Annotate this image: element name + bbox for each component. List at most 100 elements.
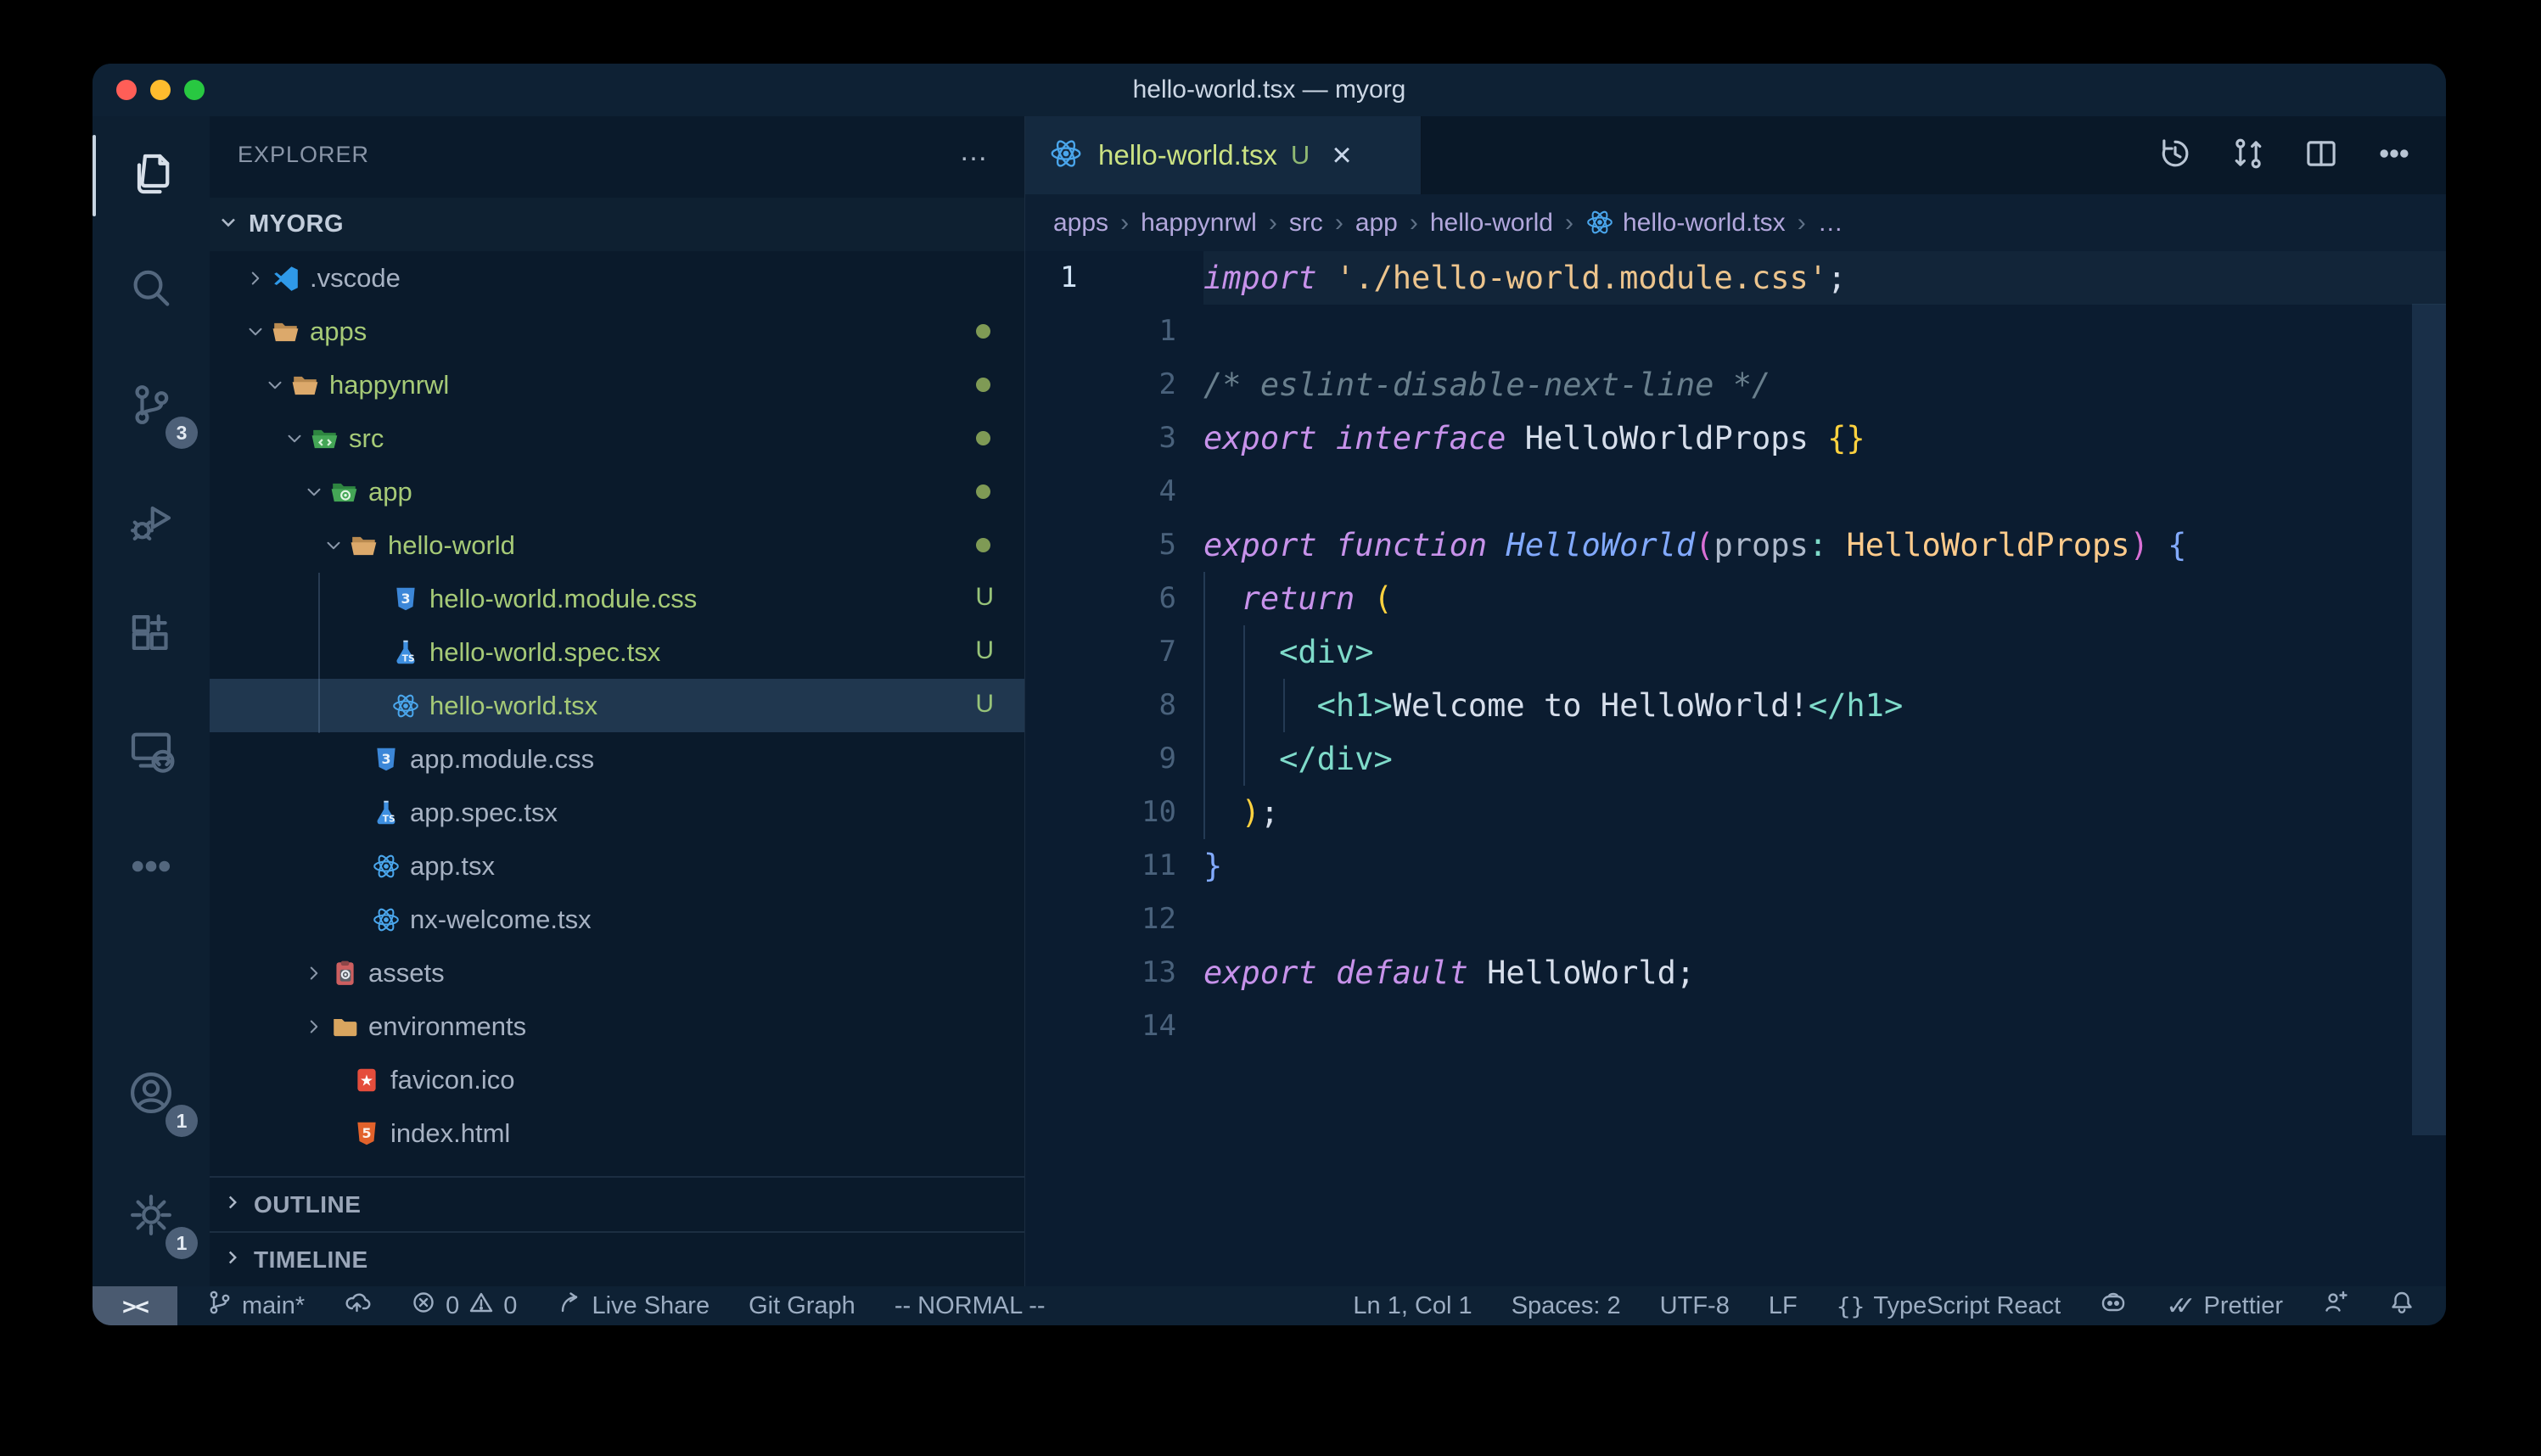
code-line[interactable]: 1import './hello-world.module.css'; [1025, 251, 2446, 305]
screen: hello-world.tsx — myorg 3 1 1 EXPLORER … M… [0, 0, 2541, 1456]
tree-row-nx-welcome-tsx[interactable]: nx-welcome.tsx [210, 893, 1024, 946]
code-editor[interactable]: 1import './hello-world.module.css';12/* … [1025, 251, 2446, 1286]
branch-icon [206, 1289, 233, 1323]
activity-item-search[interactable] [93, 240, 210, 342]
remote-indicator[interactable]: >< [93, 1286, 177, 1325]
activity-item-settings[interactable]: 1 [93, 1166, 210, 1268]
breadcrumb-separator: › [1410, 209, 1418, 238]
code-line[interactable]: 4 [1025, 465, 2446, 518]
status-item-prettier[interactable]: ✓✓Prettier [2166, 1291, 2283, 1321]
tree-item-label: app.spec.tsx [410, 798, 558, 828]
status-item-typescript-react[interactable]: {}TypeScript React [1837, 1292, 2061, 1320]
tree-row-app[interactable]: app [210, 465, 1024, 518]
tree-row-hello-world-spec-tsx[interactable]: TShello-world.spec.tsxU [210, 625, 1024, 679]
tree-row-hello-world-tsx[interactable]: hello-world.tsxU [210, 679, 1024, 732]
code-line[interactable]: 12 [1025, 893, 2446, 946]
liveshare-icon [556, 1289, 583, 1323]
code-line[interactable]: 13export default HelloWorld; [1025, 946, 2446, 1000]
code-line[interactable]: 5export function HelloWorld(props: Hello… [1025, 518, 2446, 572]
status-item-utf-8[interactable]: UTF-8 [1660, 1292, 1730, 1320]
more-h-icon[interactable] [2376, 136, 2412, 176]
code-text: return ( [1203, 572, 1393, 625]
activity-item-more[interactable] [93, 817, 210, 919]
tree-row-hello-world[interactable]: hello-world [210, 518, 1024, 572]
tab-bar: hello-world.tsx U × [1025, 116, 2446, 194]
status-item-spaces-2[interactable]: Spaces: 2 [1512, 1292, 1621, 1320]
status-item-git-graph[interactable]: Git Graph [749, 1292, 855, 1320]
status-item-live-share[interactable]: Live Share [556, 1289, 710, 1323]
code-line[interactable]: 10 ); [1025, 786, 2446, 839]
code-line[interactable]: 11} [1025, 839, 2446, 893]
tree-row-favicon-ico[interactable]: ★favicon.ico [210, 1053, 1024, 1106]
compare-icon[interactable] [2230, 136, 2266, 176]
editor-scrollbar[interactable] [2412, 304, 2446, 1135]
git-untracked-badge: U [975, 583, 994, 612]
timeline-section[interactable]: TIMELINE [210, 1231, 1024, 1286]
status-item-bell[interactable] [2388, 1289, 2415, 1323]
tree-item-label: environments [368, 1011, 526, 1042]
activity-item-explorer[interactable] [93, 125, 210, 227]
breadcrumb-item[interactable]: hello-world [1430, 209, 1553, 238]
code-line[interactable]: 1 [1025, 305, 2446, 358]
activity-item-accounts[interactable]: 1 [93, 1044, 210, 1145]
tree-row-apps[interactable]: apps [210, 305, 1024, 358]
breadcrumb-item[interactable]: happynrwl [1141, 209, 1257, 238]
activity-item-extensions[interactable] [93, 586, 210, 688]
tree-row-hello-world-module-css[interactable]: 3hello-world.module.cssU [210, 572, 1024, 625]
status-item-0[interactable]: 00 [410, 1289, 517, 1323]
svg-text:★: ★ [360, 1072, 373, 1089]
chevron-down-icon [240, 321, 271, 343]
line-number: 9 [1025, 732, 1176, 786]
tree-row-app-spec-tsx[interactable]: TS app.spec.tsx [210, 786, 1024, 839]
activity-item-source-control[interactable]: 3 [93, 356, 210, 457]
activity-item-run-debug[interactable] [93, 471, 210, 573]
status-item-main-[interactable]: main* [206, 1289, 305, 1323]
tree-row-happynrwl[interactable]: happynrwl [210, 358, 1024, 412]
tree-row-assets[interactable]: assets [210, 946, 1024, 1000]
tree-row-src[interactable]: src [210, 412, 1024, 465]
status-line-col[interactable]: Ln 1, Col 1 [1353, 1292, 1472, 1320]
status-item-copilot[interactable] [2100, 1289, 2127, 1323]
code-line[interactable]: 8 <h1>Welcome to HelloWorld!</h1> [1025, 679, 2446, 732]
test-icon: TS [371, 798, 401, 827]
outline-section[interactable]: OUTLINE [210, 1176, 1024, 1231]
tree-row-environments[interactable]: environments [210, 1000, 1024, 1053]
code-line[interactable]: 7 <div> [1025, 625, 2446, 679]
tree-row-app-module-css[interactable]: 3app.module.css [210, 732, 1024, 786]
tree-row--vscode[interactable]: .vscode [210, 251, 1024, 305]
tree-row-index-html[interactable]: 5index.html [210, 1106, 1024, 1160]
breadcrumb-item[interactable]: src [1289, 209, 1323, 238]
code-line[interactable]: 9 </div> [1025, 732, 2446, 786]
bell-icon [2388, 1289, 2415, 1323]
editor-group: hello-world.tsx U × apps›happynrwl›src›a… [1025, 116, 2446, 1286]
line-number: 7 [1025, 625, 1176, 679]
react-icon [390, 692, 421, 720]
activity-item-remote-explorer[interactable] [93, 702, 210, 804]
code-line[interactable]: 14 [1025, 1000, 2446, 1053]
tree-row-app-tsx[interactable]: app.tsx [210, 839, 1024, 893]
breadcrumb-item[interactable]: … [1818, 209, 1843, 238]
status-item-lf[interactable]: LF [1769, 1292, 1798, 1320]
window-title: hello-world.tsx — myorg [93, 64, 2446, 116]
tree-root-myorg[interactable]: MYORG [210, 198, 1024, 251]
status-item-feedback[interactable] [2322, 1289, 2349, 1323]
file-tree: .vscodeappshappynrwlsrcapphello-world3he… [210, 251, 1024, 1160]
status-item-cloud-up[interactable] [344, 1289, 371, 1323]
explorer-title: EXPLORER [238, 142, 369, 168]
tree-item-label: index.html [390, 1118, 510, 1149]
breadcrumb-item[interactable]: app [1355, 209, 1398, 238]
split-icon[interactable] [2303, 136, 2339, 176]
code-line[interactable]: 6 return ( [1025, 572, 2446, 625]
close-tab-icon[interactable]: × [1332, 138, 1351, 172]
code-line[interactable]: 3export interface HelloWorldProps {} [1025, 412, 2446, 465]
breadcrumb-item[interactable]: hello-world.tsx [1585, 208, 1786, 238]
files-icon [127, 150, 175, 202]
breadcrumb-item[interactable]: apps [1053, 209, 1108, 238]
history-icon[interactable] [2157, 136, 2193, 176]
tab-hello-world-tsx[interactable]: hello-world.tsx U × [1025, 116, 1422, 194]
chevron-down-icon [299, 481, 329, 503]
code-line[interactable]: 2/* eslint-disable-next-line */ [1025, 358, 2446, 412]
explorer-more-actions-icon[interactable]: … [959, 135, 990, 168]
status-item--normal-[interactable]: -- NORMAL -- [895, 1292, 1046, 1320]
git-modified-dot [976, 538, 990, 552]
